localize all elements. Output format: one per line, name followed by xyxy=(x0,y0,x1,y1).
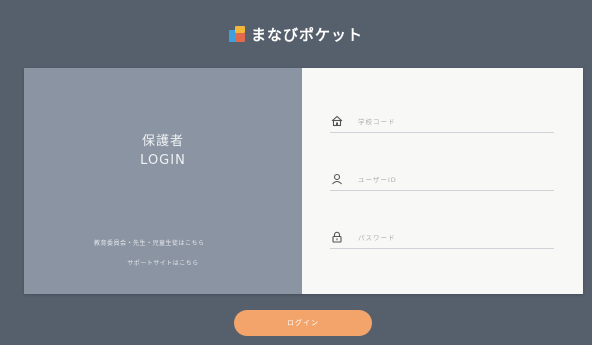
user-id-input[interactable]: ユーザーID xyxy=(358,174,397,184)
lock-icon xyxy=(330,230,344,244)
support-site-link[interactable]: サポートサイトはこちら xyxy=(24,258,302,267)
app-name: まなびポケット xyxy=(250,25,363,44)
role-title: 保護者 xyxy=(141,134,184,149)
school-code-field[interactable]: 学校コード xyxy=(330,110,554,133)
header: まなびポケット xyxy=(0,0,592,68)
school-code-input[interactable]: 学校コード xyxy=(358,116,396,126)
login-card: 保護者 LOGIN 教育委員会・先生・児童生徒はこちら サポートサイトはこちら … xyxy=(24,68,583,294)
user-icon xyxy=(330,172,344,186)
login-button[interactable]: ログイン xyxy=(234,310,372,336)
password-input[interactable]: パスワード xyxy=(358,232,396,242)
login-form: 学校コード ユーザーID パスワード xyxy=(302,68,583,294)
app-logo-icon xyxy=(228,26,245,42)
role-panel: 保護者 LOGIN 教育委員会・先生・児童生徒はこちら サポートサイトはこちら xyxy=(24,68,302,294)
password-field[interactable]: パスワード xyxy=(330,226,554,249)
school-icon xyxy=(330,114,344,128)
brand: まなびポケット xyxy=(228,24,363,45)
teacher-login-link[interactable]: 教育委員会・先生・児童生徒はこちら xyxy=(94,238,205,247)
role-subtitle: LOGIN xyxy=(140,153,186,168)
user-id-field[interactable]: ユーザーID xyxy=(330,168,554,191)
